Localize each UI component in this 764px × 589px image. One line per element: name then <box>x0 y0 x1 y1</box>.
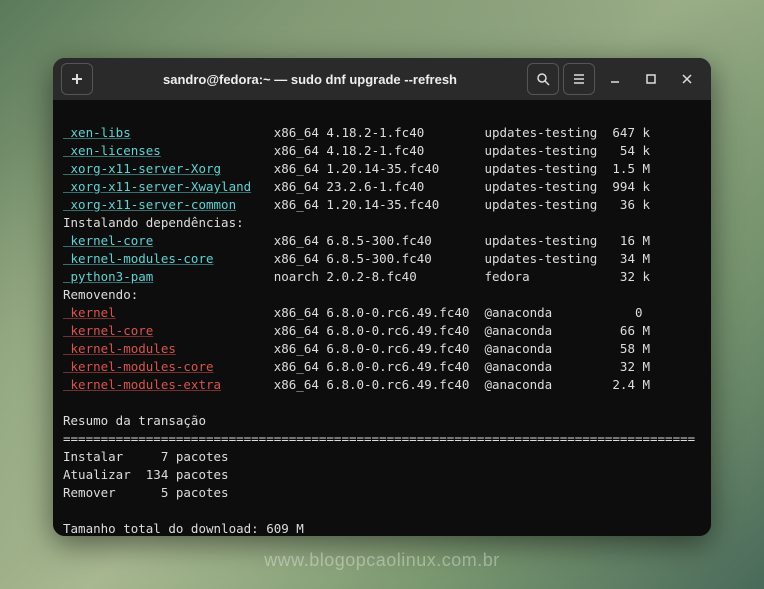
package-row: kernel-core x86_64 6.8.0-0.rc6.49.fc40 @… <box>63 322 701 340</box>
window-title: sandro@fedora:~ — sudo dnf upgrade --ref… <box>97 72 523 87</box>
search-button[interactable] <box>527 63 559 95</box>
package-row: xen-libs x86_64 4.18.2-1.fc40 updates-te… <box>63 124 701 142</box>
minimize-button[interactable] <box>599 63 631 95</box>
terminal-window: sandro@fedora:~ — sudo dnf upgrade --ref… <box>53 58 711 536</box>
package-row: xen-licenses x86_64 4.18.2-1.fc40 update… <box>63 142 701 160</box>
maximize-button[interactable] <box>635 63 667 95</box>
summary-remove: Remover 5 pacotes <box>63 484 701 502</box>
summary-install: Instalar 7 pacotes <box>63 448 701 466</box>
package-row: kernel x86_64 6.8.0-0.rc6.49.fc40 @anaco… <box>63 304 701 322</box>
section-header: Instalando dependências: <box>63 214 701 232</box>
package-row: kernel-modules x86_64 6.8.0-0.rc6.49.fc4… <box>63 340 701 358</box>
package-row: python3-pam noarch 2.0.2-8.fc40 fedora 3… <box>63 268 701 286</box>
summary-update: Atualizar 134 pacotes <box>63 466 701 484</box>
minimize-icon <box>607 71 623 87</box>
package-row: xorg-x11-server-common x86_64 1.20.14-35… <box>63 196 701 214</box>
search-icon <box>535 71 551 87</box>
package-row: xorg-x11-server-Xwayland x86_64 23.2.6-1… <box>63 178 701 196</box>
titlebar: sandro@fedora:~ — sudo dnf upgrade --ref… <box>53 58 711 100</box>
close-icon <box>679 71 695 87</box>
plus-icon <box>69 71 85 87</box>
menu-button[interactable] <box>563 63 595 95</box>
maximize-icon <box>643 71 659 87</box>
close-button[interactable] <box>671 63 703 95</box>
section-header: Removendo: <box>63 286 701 304</box>
terminal-output[interactable]: xen-libs x86_64 4.18.2-1.fc40 updates-te… <box>53 100 711 536</box>
package-row: kernel-modules-core x86_64 6.8.0-0.rc6.4… <box>63 358 701 376</box>
divider: ========================================… <box>63 430 701 448</box>
package-row: xorg-x11-server-Xorg x86_64 1.20.14-35.f… <box>63 160 701 178</box>
download-total: Tamanho total do download: 609 M <box>63 520 701 536</box>
summary-title: Resumo da transação <box>63 412 701 430</box>
package-row: kernel-core x86_64 6.8.5-300.fc40 update… <box>63 232 701 250</box>
hamburger-icon <box>571 71 587 87</box>
package-row: kernel-modules-extra x86_64 6.8.0-0.rc6.… <box>63 376 701 394</box>
package-row: kernel-modules-core x86_64 6.8.5-300.fc4… <box>63 250 701 268</box>
watermark: www.blogopcaolinux.com.br <box>0 550 764 571</box>
new-tab-button[interactable] <box>61 63 93 95</box>
